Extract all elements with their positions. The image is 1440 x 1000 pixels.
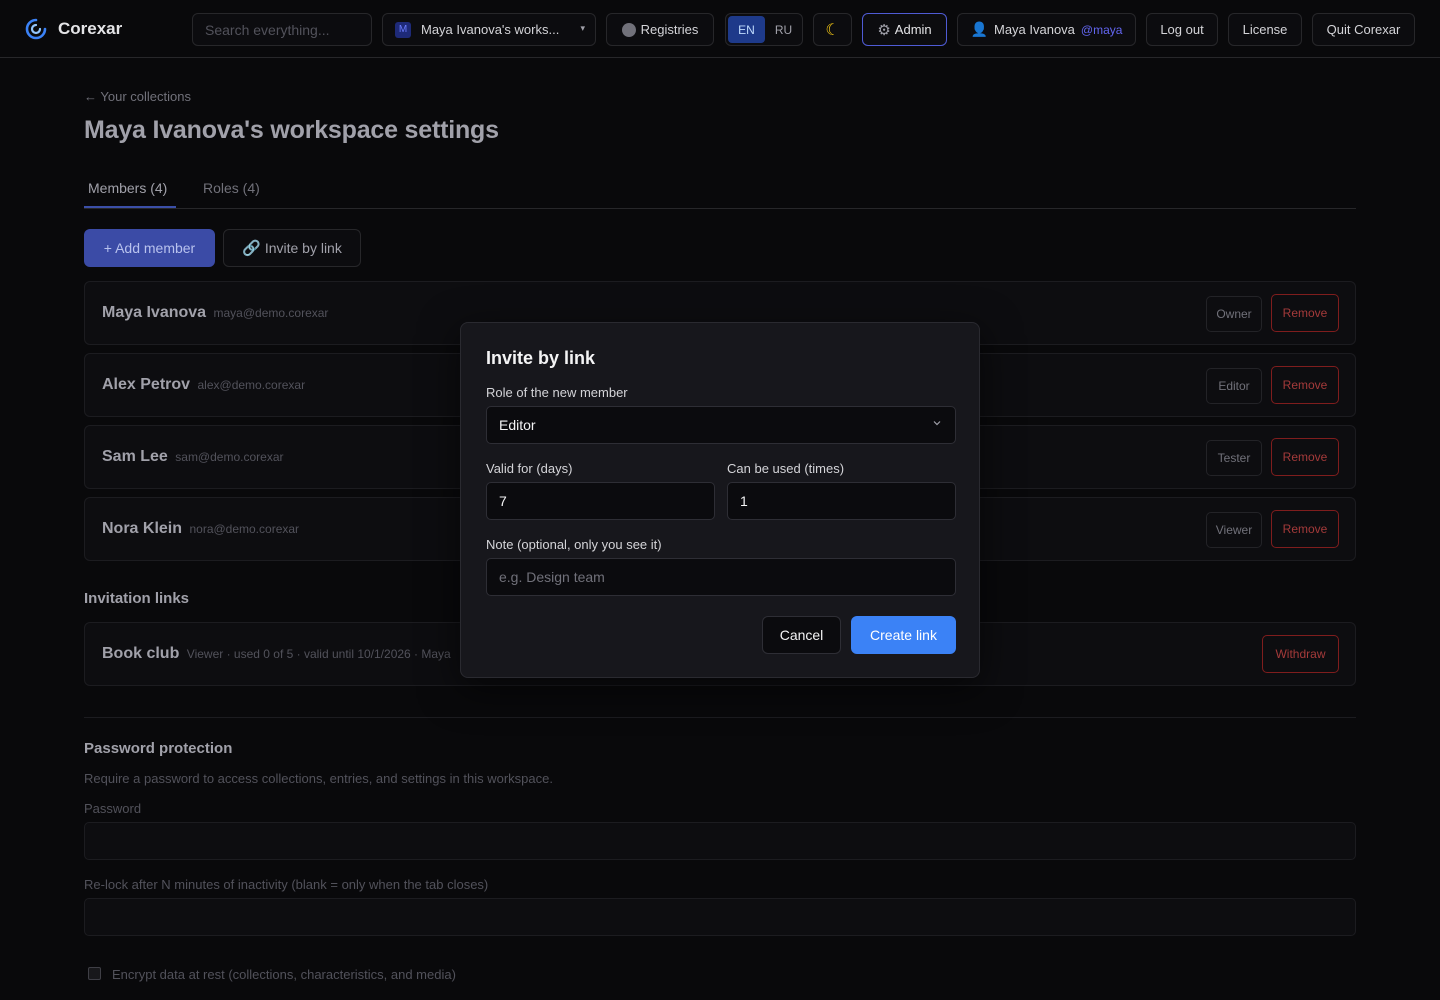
top-bar: Corexar Search everything... M Maya Ivan… (0, 0, 1440, 58)
withdraw-invitation-button[interactable]: Withdraw (1262, 635, 1339, 673)
encrypt-label: Encrypt data at rest (collections, chara… (112, 967, 456, 982)
gear-icon: ⚙ (877, 21, 891, 39)
brand[interactable]: Corexar (25, 16, 122, 42)
link-icon: 🔗 (242, 240, 261, 257)
lang-ru-button[interactable]: RU (765, 23, 802, 37)
language-switcher: EN RU (725, 13, 803, 46)
license-button[interactable]: License (1228, 13, 1302, 46)
chevron-down-icon (933, 421, 941, 426)
tab-members[interactable]: Members (4) (88, 180, 167, 196)
theme-toggle-button[interactable]: ☾ (813, 13, 852, 46)
back-link-label: Your collections (100, 89, 191, 104)
relock-label: Re-lock after N minutes of inactivity (b… (84, 877, 489, 892)
role-select-value: Editor (499, 417, 536, 433)
member-name: Alex Petrov alex@demo.corexar (102, 376, 305, 394)
invitation-name-text: Book club (102, 645, 180, 662)
member-email: sam@demo.corexar (175, 450, 284, 464)
max-uses-input[interactable]: 1 (727, 482, 956, 520)
user-menu-button[interactable]: 👤 Maya Ivanova @maya (957, 13, 1136, 46)
section-divider (84, 717, 1356, 718)
workspace-avatar: M (395, 21, 411, 38)
tab-roles[interactable]: Roles (4) (203, 180, 260, 196)
invite-by-link-label: Invite by link (264, 240, 342, 256)
role-label: Role of the new member (486, 385, 628, 400)
workspace-name: Maya Ivanova's works... (421, 22, 560, 37)
search-input[interactable]: Search everything... (192, 13, 372, 46)
cancel-button[interactable]: Cancel (762, 616, 841, 654)
password-input[interactable] (84, 822, 1356, 860)
active-tab-indicator (84, 206, 176, 208)
member-role-select[interactable]: Editor (1206, 368, 1262, 404)
corexar-logo-icon (25, 18, 47, 40)
invite-by-link-button[interactable]: 🔗 Invite by link (223, 229, 361, 267)
member-name: Sam Lee sam@demo.corexar (102, 448, 283, 466)
member-name: Maya Ivanova maya@demo.corexar (102, 304, 328, 322)
role-select[interactable]: Editor (486, 406, 956, 444)
valid-days-label: Valid for (days) (486, 461, 573, 476)
invitation-meta: Viewer · used 0 of 5 · valid until 10/1/… (186, 647, 451, 661)
member-name-text: Alex Petrov (102, 376, 191, 393)
member-name-text: Nora Klein (102, 520, 183, 537)
invite-by-link-dialog: Invite by link Role of the new member Ed… (460, 322, 980, 678)
registries-button[interactable]: Registries (606, 13, 714, 46)
user-name: Maya Ivanova (993, 22, 1075, 37)
create-link-button[interactable]: Create link (851, 616, 956, 654)
logout-button[interactable]: Log out (1146, 13, 1218, 46)
workspace-switcher[interactable]: M Maya Ivanova's works... ▾ (382, 13, 596, 46)
member-name-text: Sam Lee (102, 448, 168, 465)
relock-minutes-input[interactable] (84, 898, 1356, 936)
app-name: Corexar (58, 19, 123, 38)
password-label: Password (84, 801, 142, 816)
remove-member-button[interactable]: Remove (1271, 294, 1339, 332)
member-role-badge: Owner (1206, 296, 1262, 332)
caret-down-icon: ▾ (580, 23, 585, 33)
invitation-links-heading: Invitation links (84, 590, 190, 607)
password-protection-heading: Password protection (84, 740, 233, 757)
note-label: Note (optional, only you see it) (486, 537, 662, 552)
member-name-text: Maya Ivanova (102, 304, 207, 321)
globe-icon (621, 22, 636, 37)
remove-member-button[interactable]: Remove (1271, 366, 1339, 404)
member-role-select[interactable]: Viewer (1206, 512, 1262, 548)
settings-tabs: Members (4) Roles (4) (84, 170, 1356, 209)
user-icon: 👤 (970, 21, 988, 37)
dialog-title: Invite by link (486, 348, 596, 368)
lang-en-button[interactable]: EN (728, 16, 765, 43)
member-name: Nora Klein nora@demo.corexar (102, 520, 299, 538)
invitation-name: Book club Viewer · used 0 of 5 · valid u… (102, 645, 451, 663)
registries-label: Registries (640, 22, 699, 37)
remove-member-button[interactable]: Remove (1271, 438, 1339, 476)
admin-button[interactable]: ⚙ Admin (862, 13, 947, 46)
page-title: Maya Ivanova's workspace settings (84, 116, 499, 144)
arrow-left-icon: ← (84, 89, 97, 104)
member-email: nora@demo.corexar (189, 522, 300, 536)
back-link[interactable]: ← Your collections (84, 89, 191, 104)
valid-days-input[interactable]: 7 (486, 482, 715, 520)
user-handle: @maya (1080, 22, 1123, 37)
note-input[interactable]: e.g. Design team (486, 558, 956, 596)
moon-icon: ☾ (825, 21, 840, 39)
remove-member-button[interactable]: Remove (1271, 510, 1339, 548)
encrypt-checkbox[interactable] (88, 967, 101, 980)
password-protection-description: Require a password to access collections… (84, 771, 553, 786)
member-role-select[interactable]: Tester (1206, 440, 1262, 476)
member-email: alex@demo.corexar (197, 378, 306, 392)
max-uses-label: Can be used (times) (727, 461, 845, 476)
quit-button[interactable]: Quit Corexar (1312, 13, 1415, 46)
member-email: maya@demo.corexar (213, 306, 329, 320)
admin-label: Admin (894, 22, 932, 37)
add-member-button[interactable]: + Add member (84, 229, 215, 267)
